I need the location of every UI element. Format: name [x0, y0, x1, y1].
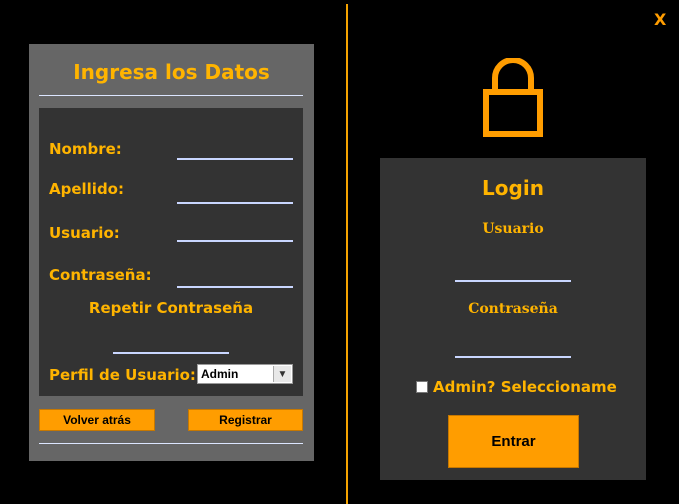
enter-button[interactable]: Entrar [448, 415, 579, 468]
register-title: Ingresa los Datos [73, 60, 270, 84]
login-usuario-field[interactable] [455, 262, 571, 282]
perfil-label: Perfil de Usuario: [49, 366, 196, 384]
back-button[interactable]: Volver atrás [39, 409, 155, 431]
perfil-select[interactable]: Admin ▼ [197, 364, 293, 384]
login-contrasena-field[interactable] [455, 338, 571, 358]
register-form: Nombre: Apellido: Usuario: Contraseña: R… [39, 108, 303, 396]
repetir-contrasena-field[interactable] [113, 334, 229, 354]
nombre-label: Nombre: [49, 140, 122, 158]
contrasena-field[interactable] [177, 268, 293, 288]
repetir-contrasena-label: Repetir Contraseña [88, 299, 254, 317]
login-contrasena-label: Contraseña [468, 301, 558, 317]
apellido-label: Apellido: [49, 180, 124, 198]
admin-checkbox-label[interactable]: Admin? Seleccioname [433, 378, 617, 396]
admin-checkbox[interactable] [416, 381, 428, 393]
login-usuario-label: Usuario [482, 221, 544, 237]
usuario-field[interactable] [177, 222, 293, 242]
apellido-field[interactable] [177, 184, 293, 204]
contrasena-label: Contraseña: [49, 266, 152, 284]
close-icon[interactable]: X [654, 10, 666, 29]
perfil-select-value: Admin [201, 367, 239, 381]
lock-icon [483, 58, 543, 137]
register-title-separator [39, 95, 303, 96]
login-panel: Login Usuario Contraseña Admin? Seleccio… [380, 158, 646, 480]
usuario-label: Usuario: [49, 224, 120, 242]
chevron-down-icon[interactable]: ▼ [273, 366, 291, 382]
login-title: Login [482, 176, 544, 200]
register-panel: Ingresa los Datos Nombre: Apellido: Usua… [29, 44, 314, 461]
register-bottom-separator [39, 443, 303, 444]
nombre-field[interactable] [177, 140, 293, 160]
register-button[interactable]: Registrar [188, 409, 303, 431]
